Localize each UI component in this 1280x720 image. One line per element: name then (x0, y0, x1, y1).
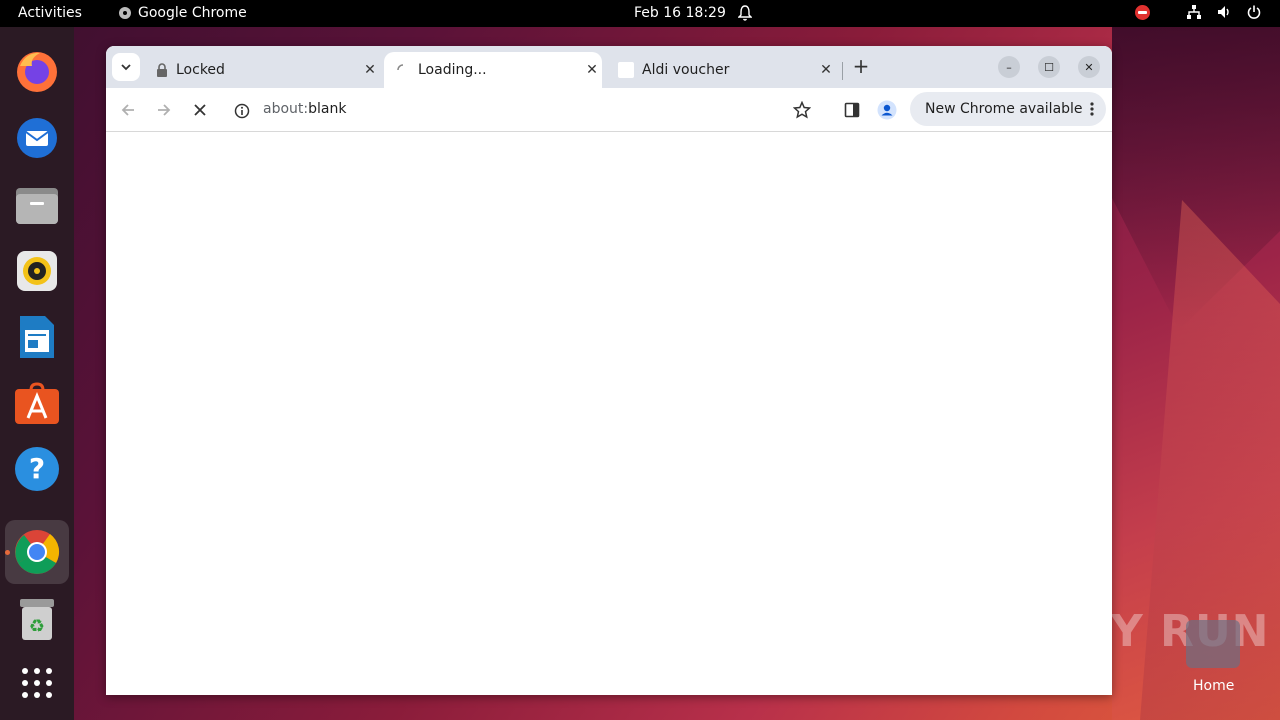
app-center-icon[interactable] (11, 377, 63, 429)
home-folder-icon[interactable] (1186, 620, 1240, 668)
star-icon (793, 101, 811, 119)
close-tab-icon[interactable]: ✕ (360, 62, 380, 78)
volume-icon[interactable] (1216, 4, 1232, 20)
loading-spinner-icon (397, 64, 404, 71)
power-icon[interactable] (1246, 4, 1262, 20)
minimize-icon: – (1006, 60, 1012, 74)
clock[interactable]: Feb 16 18:29 (634, 5, 726, 21)
help-icon[interactable]: ? (11, 443, 63, 495)
running-indicator (5, 550, 10, 555)
forward-button[interactable] (150, 96, 178, 124)
dock: ? ♻ (0, 27, 74, 720)
tab-separator (842, 62, 843, 80)
do-not-disturb-icon[interactable] (1135, 4, 1150, 20)
minimize-button[interactable]: – (998, 56, 1020, 78)
lock-icon (157, 63, 167, 77)
url-host: blank (308, 101, 347, 117)
new-chrome-available-button[interactable]: New Chrome available (910, 92, 1106, 126)
app-name-label: Google Chrome (138, 5, 247, 21)
rhythmbox-icon[interactable] (11, 245, 63, 297)
blank-favicon (618, 62, 634, 78)
libreoffice-writer-icon[interactable] (11, 311, 63, 363)
close-window-button[interactable]: ✕ (1078, 56, 1100, 78)
close-tab-icon[interactable]: ✕ (582, 62, 602, 78)
svg-text:♻: ♻ (29, 616, 45, 637)
back-button[interactable] (114, 96, 142, 124)
network-icon[interactable] (1186, 4, 1202, 20)
show-apps-icon[interactable] (11, 657, 63, 709)
tab-aldi-voucher[interactable]: Aldi voucher ✕ (614, 52, 836, 88)
google-chrome-dock-icon[interactable] (5, 520, 69, 584)
toolbar: about:blank New Chrome available (106, 88, 1112, 132)
new-tab-button[interactable]: + (847, 52, 875, 80)
bookmark-star-button[interactable] (788, 96, 816, 124)
kebab-menu-icon[interactable] (1090, 102, 1094, 116)
tab-loading[interactable]: Loading... ✕ (384, 52, 602, 88)
app-menu[interactable]: Google Chrome (118, 5, 247, 21)
info-icon (234, 103, 250, 119)
activities-button[interactable]: Activities (18, 5, 82, 21)
close-icon: ✕ (1084, 60, 1094, 74)
plus-icon: + (852, 54, 870, 78)
notification-bell-icon[interactable] (737, 5, 753, 25)
chrome-window: Locked ✕ Loading... ✕ Aldi voucher ✕ + –… (106, 46, 1112, 695)
chevron-down-icon (121, 64, 131, 71)
tab-label: Aldi voucher (642, 62, 730, 78)
back-arrow-icon (121, 104, 134, 116)
home-folder-label: Home (1193, 678, 1235, 694)
maximize-button[interactable]: ☐ (1038, 56, 1060, 78)
system-tray[interactable] (1135, 4, 1262, 20)
close-tab-icon[interactable]: ✕ (816, 62, 836, 78)
thunderbird-icon[interactable] (11, 111, 63, 163)
page-content[interactable] (106, 133, 1112, 695)
stop-loading-button[interactable] (186, 96, 214, 124)
url-text: about:blank (263, 101, 346, 117)
top-bar: Activities Google Chrome Feb 16 18:29 (0, 0, 1280, 27)
tab-search-button[interactable] (112, 53, 140, 81)
firefox-icon[interactable] (11, 45, 63, 97)
tab-label: Loading... (418, 62, 487, 78)
close-icon (194, 104, 206, 116)
forward-arrow-icon (158, 104, 171, 116)
tab-label: Locked (176, 62, 225, 78)
url-scheme: about: (263, 101, 309, 117)
tab-strip: Locked ✕ Loading... ✕ Aldi voucher ✕ + –… (106, 46, 1112, 88)
side-panel-button[interactable] (838, 96, 866, 124)
side-panel-icon (844, 102, 860, 118)
avatar-icon (877, 100, 897, 120)
address-bar[interactable]: about:blank (224, 92, 824, 128)
chrome-small-icon (119, 7, 131, 19)
profile-button[interactable] (873, 96, 901, 124)
svg-text:?: ? (29, 452, 45, 485)
tab-locked[interactable]: Locked ✕ (148, 52, 380, 88)
maximize-icon: ☐ (1044, 60, 1054, 74)
files-icon[interactable] (11, 179, 63, 231)
new-chrome-label: New Chrome available (925, 101, 1083, 117)
trash-icon[interactable]: ♻ (11, 593, 63, 645)
